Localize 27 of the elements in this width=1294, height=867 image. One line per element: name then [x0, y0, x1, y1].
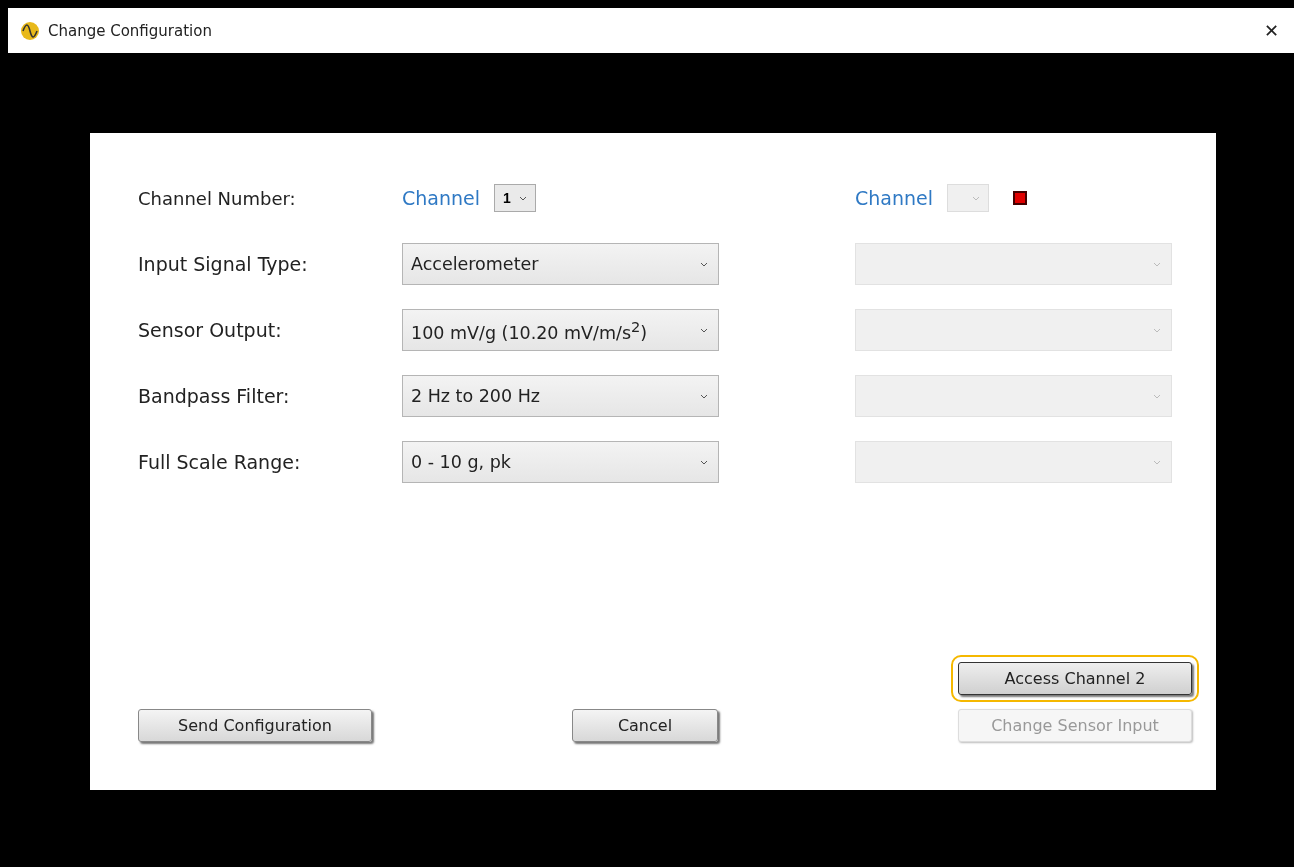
field-label: Bandpass Filter:: [138, 385, 291, 407]
chevron-down-icon: [518, 195, 527, 201]
field-label: Input Signal Type:: [138, 253, 309, 275]
chevron-down-icon: [1153, 393, 1161, 399]
dropdown[interactable]: 0 - 10 g, pk: [402, 441, 719, 483]
chevron-down-icon: [1153, 327, 1161, 333]
window-title: Change Configuration: [48, 21, 212, 40]
field-label: Full Scale Range:: [138, 451, 302, 473]
chevron-down-icon: [700, 261, 708, 267]
chevron-down-icon: [1153, 459, 1161, 465]
sine-wave-icon: [20, 20, 40, 41]
dropdown[interactable]: 100 mV/g (10.20 mV/m/s$^{2}$): [402, 309, 719, 351]
chevron-down-icon: [700, 327, 708, 333]
chevron-down-icon: [972, 195, 980, 201]
chevron-down-icon: [1153, 261, 1161, 267]
dropdown[interactable]: Accelerometer: [402, 243, 719, 285]
channel-dropdown[interactable]: 1: [494, 184, 536, 212]
channel-label: Channel: [855, 187, 933, 209]
chevron-down-icon: [700, 393, 708, 399]
channel-label: Channel: [402, 187, 480, 209]
send-configuration-button[interactable]: Send Configuration: [138, 709, 372, 742]
close-button[interactable]: ✕: [1248, 8, 1294, 53]
chevron-down-icon: [700, 459, 708, 465]
cancel-button[interactable]: Cancel: [572, 709, 718, 742]
field-label: Channel Number:: [138, 187, 297, 209]
dropdown[interactable]: 2 Hz to 200 Hz: [402, 375, 719, 417]
field-label: Sensor Output:: [138, 319, 283, 341]
